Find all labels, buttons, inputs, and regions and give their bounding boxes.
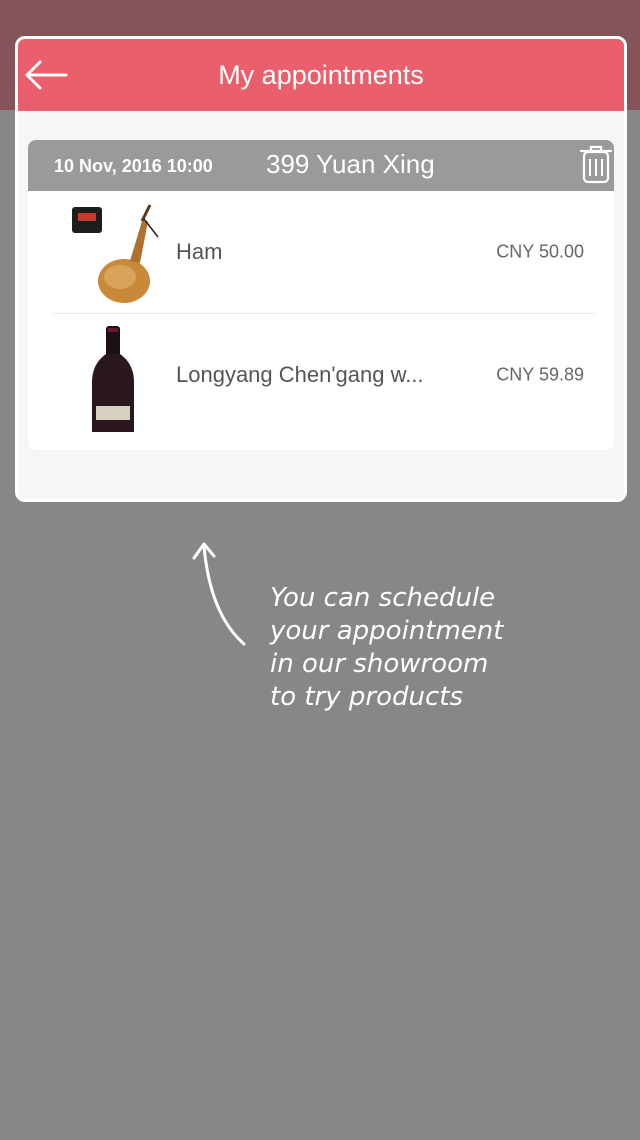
appointment-date: 10 Nov, 2016 10:00 (54, 156, 213, 176)
wine-bottle-image (92, 326, 134, 432)
app-header: My appointments (18, 39, 624, 111)
list-item[interactable]: Ham CNY 50.00 (54, 191, 594, 314)
tutorial-line: your appointment (270, 616, 504, 646)
curved-arrow-icon (192, 542, 246, 646)
appointment-card[interactable]: 10 Nov, 2016 10:00 399 Yuan Xing Ham CNY… (28, 140, 614, 450)
tutorial-line: in our showroom (270, 649, 489, 679)
product-name: Longyang Chen'gang w... (176, 362, 424, 387)
appointments-panel: My appointments 10 Nov, 2016 10:00 399 Y… (15, 36, 627, 502)
product-name: Ham (176, 239, 223, 264)
trash-icon[interactable] (580, 144, 612, 184)
page-title: My appointments (218, 59, 424, 90)
tutorial-note: You can schedule your appointment in our… (270, 582, 610, 714)
appointment-header: 10 Nov, 2016 10:00 399 Yuan Xing (28, 140, 614, 191)
tutorial-line: You can schedule (270, 583, 496, 613)
ham-image (72, 204, 159, 303)
back-arrow-icon[interactable] (24, 59, 68, 91)
tutorial-line: to try products (270, 682, 464, 712)
product-price: CNY 50.00 (496, 241, 584, 262)
list-item[interactable]: Longyang Chen'gang w... CNY 59.89 (54, 314, 594, 436)
appointment-location: 399 Yuan Xing (266, 149, 435, 179)
product-price: CNY 59.89 (496, 364, 584, 385)
